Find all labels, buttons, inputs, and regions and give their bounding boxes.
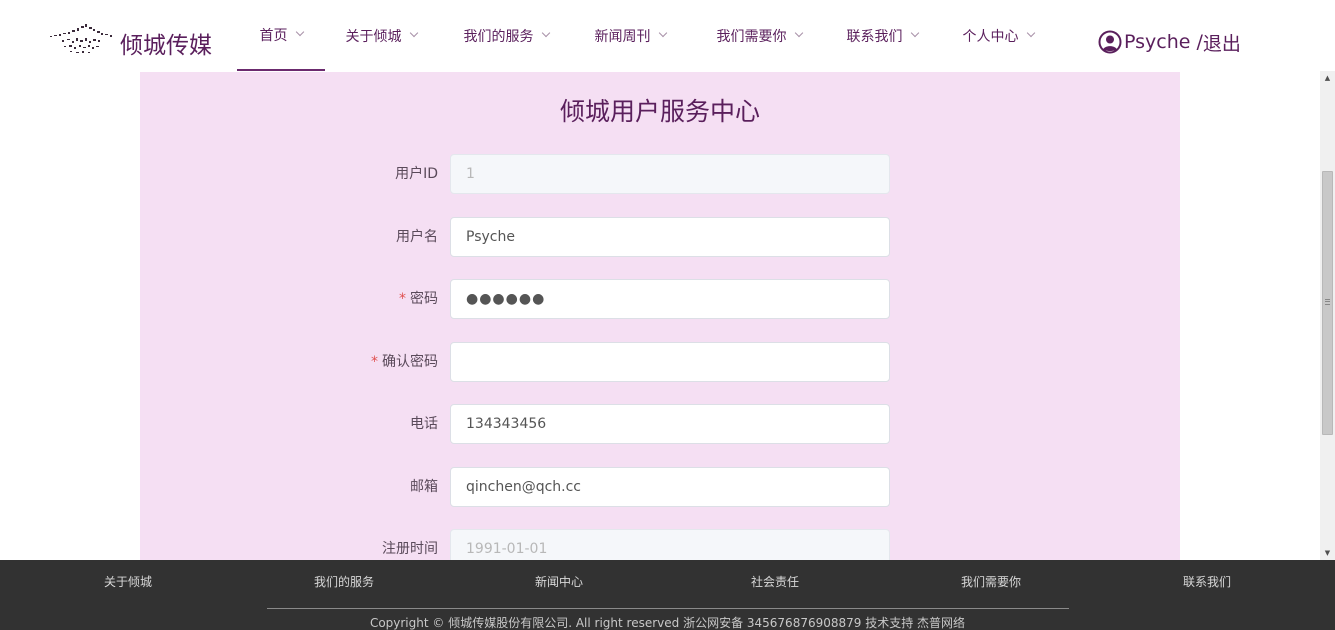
- user-avatar-icon[interactable]: [1098, 30, 1122, 54]
- nav-item-services[interactable]: 我们的服务: [452, 0, 560, 71]
- required-mark: *: [371, 354, 378, 370]
- grip-icon: [1325, 299, 1330, 305]
- form-row-username: 用户名: [140, 217, 1180, 257]
- username[interactable]: Psyche: [1124, 31, 1190, 53]
- form-row-email: 邮箱: [140, 467, 1180, 507]
- nav-item-contact[interactable]: 联系我们: [829, 0, 935, 71]
- username-input[interactable]: [450, 217, 890, 257]
- copyright-text: Copyright © 倾城传媒股份有限公司. All right reserv…: [369, 616, 966, 630]
- email-input[interactable]: [450, 467, 890, 507]
- form-label: 注册时间: [382, 541, 438, 557]
- user-separator: /: [1190, 31, 1203, 53]
- page-title: 倾城用户服务中心: [559, 97, 760, 126]
- nav-item-home[interactable]: 首页: [237, 0, 325, 71]
- form-row-register-time: 注册时间: [140, 529, 1180, 560]
- form-label: * 确认密码: [371, 354, 438, 370]
- form-label: 邮箱: [410, 479, 438, 495]
- chevron-down-icon: [295, 27, 304, 37]
- phone-input[interactable]: [450, 404, 890, 444]
- user-id-input: [450, 154, 890, 194]
- nav-item-about[interactable]: 关于倾城: [329, 0, 433, 71]
- scrollbar-thumb[interactable]: [1322, 171, 1333, 435]
- footer-link-social-responsibility[interactable]: 社会责任: [751, 573, 799, 590]
- scroll-down-arrow-icon[interactable]: ▼: [1320, 546, 1335, 560]
- chevron-down-icon: [910, 28, 919, 38]
- form-label: 用户名: [396, 229, 438, 245]
- nav-item-label: 关于倾城: [345, 28, 402, 45]
- footer-link-about[interactable]: 关于倾城: [104, 573, 152, 590]
- password-input[interactable]: [450, 279, 890, 319]
- form-row-confirm-password: * 确认密码: [140, 342, 1180, 382]
- nav-item-label: 首页: [259, 27, 288, 44]
- company-logo: [50, 24, 112, 53]
- site-footer: 关于倾城 我们的服务 新闻中心 社会责任 我们需要你 联系我们 Copyrigh…: [0, 560, 1335, 630]
- nav-item-careers[interactable]: 我们需要你: [699, 0, 819, 71]
- brand-name[interactable]: 倾城传媒: [120, 26, 212, 60]
- form-row-user-id: 用户ID: [140, 154, 1180, 194]
- chevron-down-icon: [794, 28, 803, 38]
- form-row-password: * 密码: [140, 279, 1180, 319]
- user-area: Psyche / 退出: [1098, 28, 1241, 56]
- form-label: * 密码: [399, 291, 438, 307]
- scroll-up-arrow-icon[interactable]: ▲: [1320, 71, 1335, 85]
- nav-item-personal-center[interactable]: 个人中心: [945, 0, 1051, 71]
- footer-link-news[interactable]: 新闻中心: [535, 573, 583, 590]
- footer-link-contact[interactable]: 联系我们: [1183, 573, 1231, 590]
- logout-link[interactable]: 退出: [1203, 29, 1241, 56]
- user-service-panel: 倾城用户服务中心 用户ID 用户名 *密码 *确认密码 电话 邮箱 注册时间: [140, 72, 1180, 560]
- nav-item-news[interactable]: 新闻周刊: [582, 0, 678, 71]
- chevron-down-icon: [1026, 28, 1035, 38]
- required-mark: *: [399, 291, 406, 307]
- confirm-password-input[interactable]: [450, 342, 890, 382]
- chevron-down-icon: [658, 28, 667, 38]
- footer-link-careers[interactable]: 我们需要你: [961, 573, 1021, 590]
- chevron-down-icon: [409, 28, 418, 38]
- nav-item-label: 联系我们: [846, 28, 903, 45]
- footer-divider: [267, 608, 1069, 609]
- nav-item-label: 我们需要你: [716, 28, 787, 45]
- form-label: 用户ID: [395, 166, 438, 182]
- top-header: 倾城传媒 首页 关于倾城 我们的服务 新闻周刊 我们需要你 联系我们 个人中心 …: [0, 0, 1320, 72]
- nav-item-label: 我们的服务: [463, 28, 534, 45]
- form-row-phone: 电话: [140, 404, 1180, 444]
- register-time-input: [450, 529, 890, 560]
- form-label: 电话: [410, 416, 438, 432]
- footer-link-services[interactable]: 我们的服务: [314, 573, 374, 590]
- chevron-down-icon: [541, 28, 550, 38]
- vertical-scrollbar[interactable]: ▲ ▼: [1320, 71, 1335, 560]
- nav-item-label: 新闻周刊: [594, 28, 651, 45]
- nav-item-label: 个人中心: [962, 28, 1019, 45]
